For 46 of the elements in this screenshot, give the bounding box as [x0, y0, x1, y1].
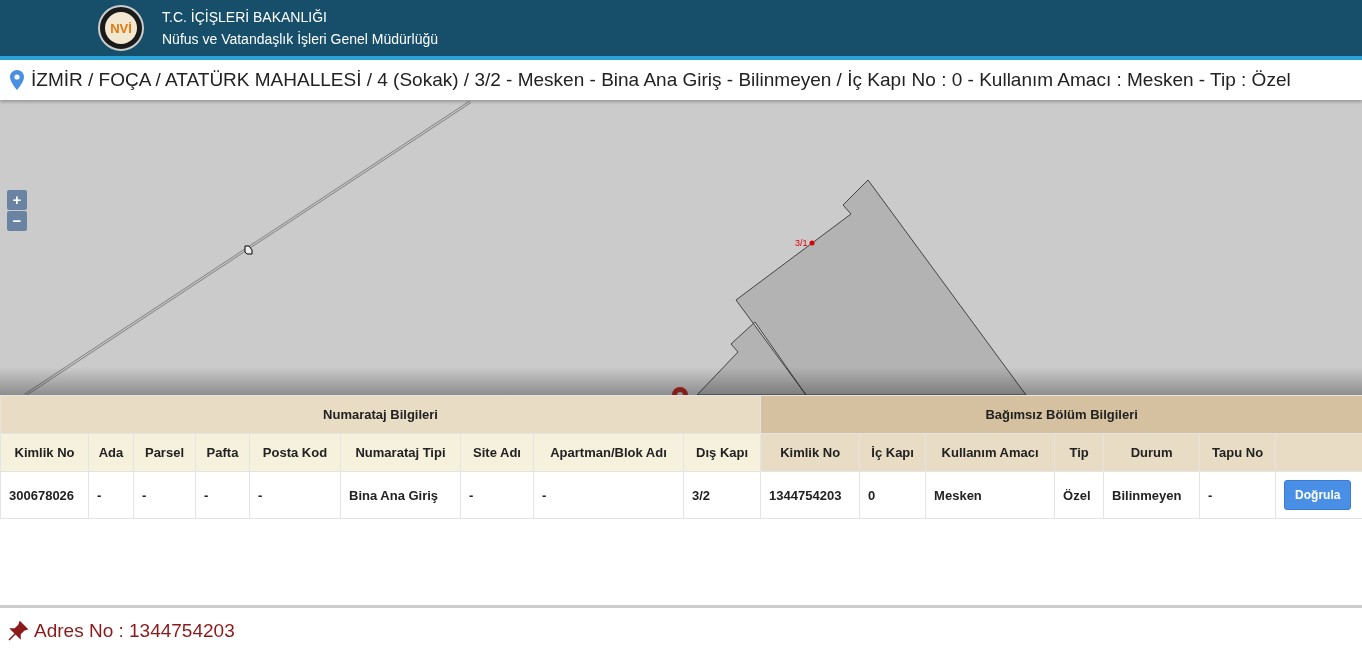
verify-button[interactable]: Doğrula: [1284, 480, 1352, 510]
location-marker-icon: [672, 387, 688, 395]
table-cell: -: [195, 471, 250, 519]
column-header: Parsel: [133, 433, 196, 472]
header-subtitle: Nüfus ve Vatandaşlık İşleri Genel Müdürlüğü: [162, 31, 438, 47]
column-header: Kimlik No: [0, 433, 89, 472]
table-cell: Özel: [1054, 471, 1104, 519]
column-header: Posta Kod: [249, 433, 341, 472]
table-cell: -: [88, 471, 134, 519]
group-header: Numarataj Bilgileri: [0, 395, 761, 434]
column-header: Dış Kapı: [683, 433, 761, 472]
column-header: Tapu No: [1199, 433, 1276, 472]
location-pin-icon: [10, 70, 24, 90]
table-cell: -: [460, 471, 534, 519]
column-header: Kimlik No: [760, 433, 860, 472]
column-header: Ada: [88, 433, 134, 472]
table-cell: 3/2: [683, 471, 761, 519]
table-cell: Bina Ana Giriş: [340, 471, 461, 519]
pushpin-icon: [8, 621, 28, 641]
column-header: Site Adı: [460, 433, 534, 472]
address-point-icon: [809, 240, 815, 246]
address-path: İZMİR / FOÇA / ATATÜRK MAHALLESİ / 4 (Sokak) / 3/2 - Mesken - Bina Ana Giriş - Bilinmeyen / İç Kapı No : 0 - Kullanım Amacı : Mesken - Tip : Özel: [31, 69, 1291, 91]
table-cell: Mesken: [925, 471, 1055, 519]
table-cell: 1344754203: [760, 471, 860, 519]
map-marker-icon: [244, 245, 253, 255]
group-header: Bağımsız Bölüm Bilgileri: [760, 395, 1362, 434]
table-cell: 300678026: [0, 471, 89, 519]
table-cell: -: [133, 471, 196, 519]
ministry-logo: NVİ: [98, 5, 144, 51]
table-cell: 0: [859, 471, 926, 519]
column-header: Tip: [1054, 433, 1104, 472]
column-header: Durum: [1103, 433, 1200, 472]
parcel-label: 3/1: [795, 238, 808, 248]
column-header: Pafta: [195, 433, 250, 472]
column-header: İç Kapı: [859, 433, 926, 472]
zoom-in-button[interactable]: +: [7, 190, 27, 210]
table-cell: -: [249, 471, 341, 519]
table-cell: -: [1199, 471, 1276, 519]
column-header: Apartman/Blok Adı: [533, 433, 684, 472]
table-cell: -: [533, 471, 684, 519]
column-header: Numarataj Tipi: [340, 433, 461, 472]
table-cell: Bilinmeyen: [1103, 471, 1200, 519]
zoom-out-button[interactable]: −: [7, 211, 27, 231]
column-header: Kullanım Amacı: [925, 433, 1055, 472]
header-title: T.C. İÇİŞLERİ BAKANLIĞI: [162, 9, 328, 25]
address-number: Adres No : 1344754203: [34, 620, 235, 642]
